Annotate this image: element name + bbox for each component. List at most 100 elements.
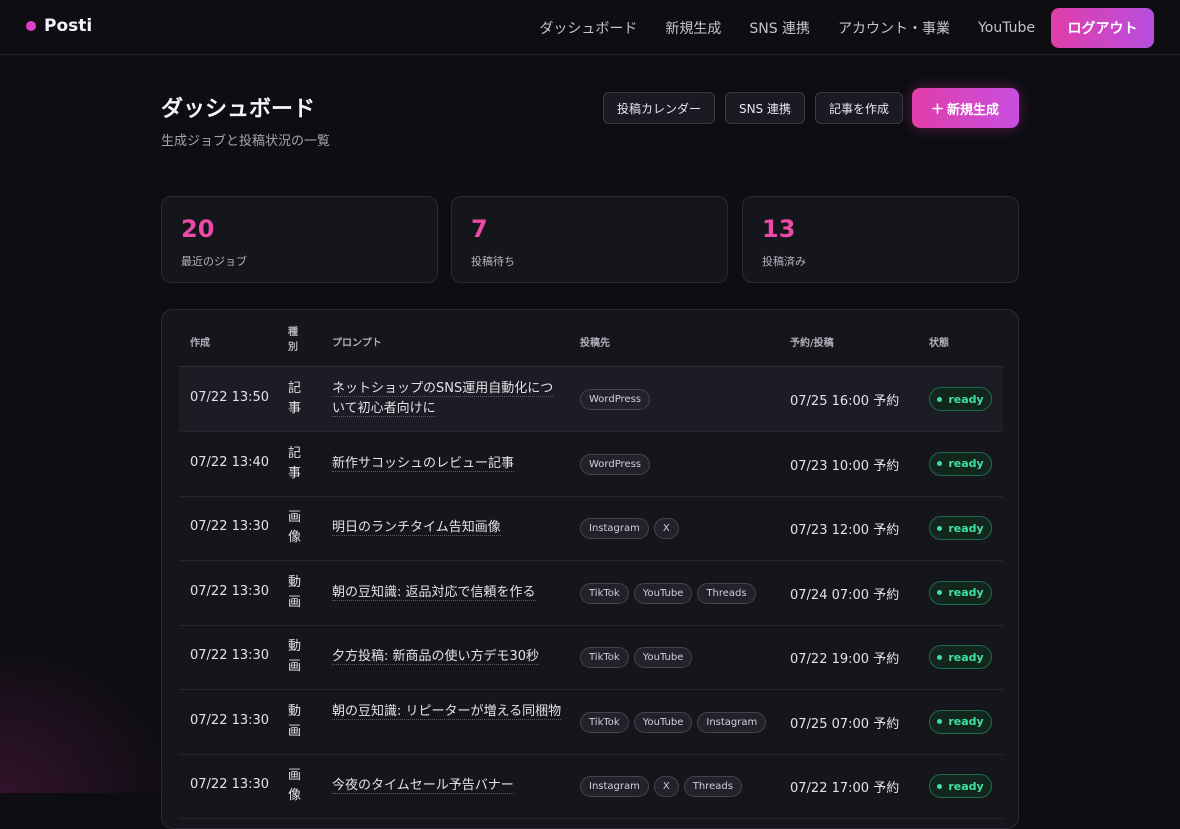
status-dot-icon: [937, 461, 943, 466]
row-prompt-link[interactable]: 夕方投稿: 新商品の使い方デモ30秒: [332, 649, 540, 665]
col-created[interactable]: 作成: [190, 334, 210, 349]
page-title: ダッシュボード: [161, 97, 316, 122]
status-badge: ready: [929, 580, 992, 605]
status-badge: ready: [929, 774, 992, 798]
nav-link-sns[interactable]: SNS 連携: [749, 18, 810, 38]
row-created: 07/22 13:30: [190, 712, 270, 728]
table-row[interactable]: 07/22 13:50 記事 ネットショップのSNS運用自動化について初心者向けに W…: [179, 367, 1003, 432]
top-nav: Posti ダッシュボード 新規生成 SNS 連携 アカウント・事業 YouTu…: [0, 0, 1180, 55]
row-created: 07/22 13:30: [190, 583, 270, 599]
row-status: ready: [929, 451, 992, 476]
brand-dot-icon: [26, 21, 36, 31]
create-article-button[interactable]: 記事を作成: [814, 92, 903, 124]
col-targets[interactable]: 投稿先: [580, 334, 610, 349]
status-text: ready: [948, 586, 984, 599]
status-text: ready: [948, 715, 984, 728]
row-prompt-link[interactable]: 今夜のタイムセール予告バナー: [332, 778, 514, 794]
table-row[interactable]: 07/22 13:30 動画 夕方投稿: 新商品の使い方デモ30秒 TikTok You…: [179, 625, 1003, 690]
target-tag: YouTube: [633, 582, 693, 604]
target-tag: YouTube: [633, 711, 693, 733]
target-tag: WordPress: [580, 389, 651, 410]
status-text: ready: [948, 521, 984, 535]
row-type: 動画: [288, 639, 302, 674]
col-prompt[interactable]: プロンプト: [332, 334, 382, 349]
calendar-button[interactable]: 投稿カレンダー: [602, 92, 715, 124]
row-targets: Instagram X: [580, 518, 679, 539]
row-schedule: 07/23 12:00 予約: [790, 523, 900, 538]
row-created: 07/22 13:40: [190, 454, 270, 470]
status-dot-icon: [937, 525, 943, 531]
row-prompt-link[interactable]: 朝の豆知識: リピーターが増える同梱物: [332, 703, 562, 720]
row-schedule: 07/25 07:00 予約: [790, 716, 900, 732]
status-badge: ready: [929, 451, 992, 476]
nav-link-account[interactable]: アカウント・事業: [838, 18, 950, 38]
stat-label: 投稿済み: [762, 255, 806, 268]
row-created: 07/22 13:30: [190, 519, 270, 534]
target-tag: Instagram: [697, 711, 767, 733]
row-type: 画像: [288, 510, 302, 545]
target-tag: TikTok: [580, 711, 629, 733]
status-text: ready: [948, 779, 984, 793]
status-badge: ready: [929, 516, 992, 540]
row-prompt-cell: 夕方投稿: 新商品の使い方デモ30秒: [332, 647, 562, 667]
col-status[interactable]: 状態: [929, 334, 949, 349]
col-schedule[interactable]: 予約/投稿: [790, 334, 834, 349]
row-created: 07/22 13:30: [190, 648, 270, 663]
row-prompt-cell: 朝の豆知識: リピーターが増える同梱物: [332, 702, 562, 722]
table-row[interactable]: 07/22 13:40 記事 新作サコッシュのレビュー記事 WordPress 07/2…: [179, 432, 1003, 497]
row-targets: WordPress: [580, 389, 651, 410]
target-tag: Instagram: [580, 776, 649, 797]
table-row[interactable]: 07/22 13:30 画像 今夜のタイムセール予告バナー Instagram X Thr…: [179, 754, 1003, 819]
target-tag: Threads: [683, 776, 742, 797]
row-schedule: 07/22 17:00 予約: [790, 781, 900, 796]
row-created: 07/22 13:50: [190, 390, 270, 405]
col-type[interactable]: 種別: [288, 325, 300, 355]
row-type: 動画: [288, 703, 302, 739]
row-prompt-link[interactable]: 明日のランチタイム告知画像: [332, 520, 501, 536]
row-prompt-cell: 朝の豆知識: 返品対応で信頼を作る: [332, 583, 562, 603]
row-status: ready: [929, 580, 992, 605]
new-generate-button[interactable]: 新規生成: [912, 88, 1019, 128]
stat-value: 20: [181, 215, 215, 243]
nav-link-new[interactable]: 新規生成: [665, 18, 721, 38]
table-header: 作成 種別 プロンプト 投稿先 予約/投稿 状態: [179, 310, 1003, 367]
row-status: ready: [929, 774, 992, 798]
sns-button[interactable]: SNS 連携: [724, 92, 805, 124]
target-tag: YouTube: [633, 647, 693, 668]
row-created: 07/22 13:30: [190, 777, 270, 792]
row-status: ready: [929, 387, 992, 411]
jobs-table: 作成 種別 プロンプト 投稿先 予約/投稿 状態 07/22 13:50 記事 ネッ…: [161, 309, 1019, 829]
row-prompt-link[interactable]: ネットショップのSNS運用自動化について初心者向けに: [332, 381, 554, 417]
new-generate-label: 新規生成: [946, 102, 999, 118]
row-type: 記事: [288, 381, 302, 416]
row-prompt-cell: 今夜のタイムセール予告バナー: [332, 776, 562, 796]
target-tag: WordPress: [580, 453, 651, 475]
stat-card-recent-jobs: 20 最近のジョブ: [161, 196, 438, 283]
row-prompt-link[interactable]: 新作サコッシュのレビュー記事: [332, 455, 515, 472]
table-row[interactable]: 07/22 13:30 画像 明日のランチタイム告知画像 Instagram X 07/2…: [179, 496, 1003, 561]
logout-button[interactable]: ログアウト: [1051, 8, 1154, 48]
nav-link-dashboard[interactable]: ダッシュボード: [539, 18, 637, 38]
row-status: ready: [929, 516, 992, 540]
row-targets: Instagram X Threads: [580, 776, 742, 797]
row-schedule: 07/24 07:00 予約: [790, 587, 900, 603]
status-badge: ready: [929, 709, 992, 734]
target-tag: X: [653, 518, 679, 539]
target-tag: TikTok: [580, 647, 629, 668]
row-targets: TikTok YouTube Instagram: [580, 711, 767, 733]
target-tag: Instagram: [580, 518, 649, 539]
row-schedule: 07/25 16:00 予約: [790, 394, 900, 409]
table-row[interactable]: 07/22 13:30 動画 朝の豆知識: 返品対応で信頼を作る TikTok YouT…: [179, 561, 1003, 626]
table-row[interactable]: 07/22 13:30 動画 朝の豆知識: リピーターが増える同梱物 TikTok Yo…: [179, 690, 1003, 755]
row-prompt-cell: 明日のランチタイム告知画像: [332, 518, 562, 538]
row-targets: TikTok YouTube Threads: [580, 582, 756, 604]
nav-link-youtube[interactable]: YouTube: [978, 20, 1035, 36]
nav-links: ダッシュボード 新規生成 SNS 連携 アカウント・事業 YouTube ログア…: [511, 8, 1154, 48]
status-dot-icon: [937, 396, 943, 402]
brand-name: Posti: [44, 16, 93, 36]
brand[interactable]: Posti: [26, 16, 92, 36]
stat-label: 最近のジョブ: [181, 255, 247, 268]
row-prompt-link[interactable]: 朝の豆知識: 返品対応で信頼を作る: [332, 584, 536, 601]
status-badge: ready: [929, 387, 992, 411]
row-targets: TikTok YouTube: [580, 647, 693, 668]
